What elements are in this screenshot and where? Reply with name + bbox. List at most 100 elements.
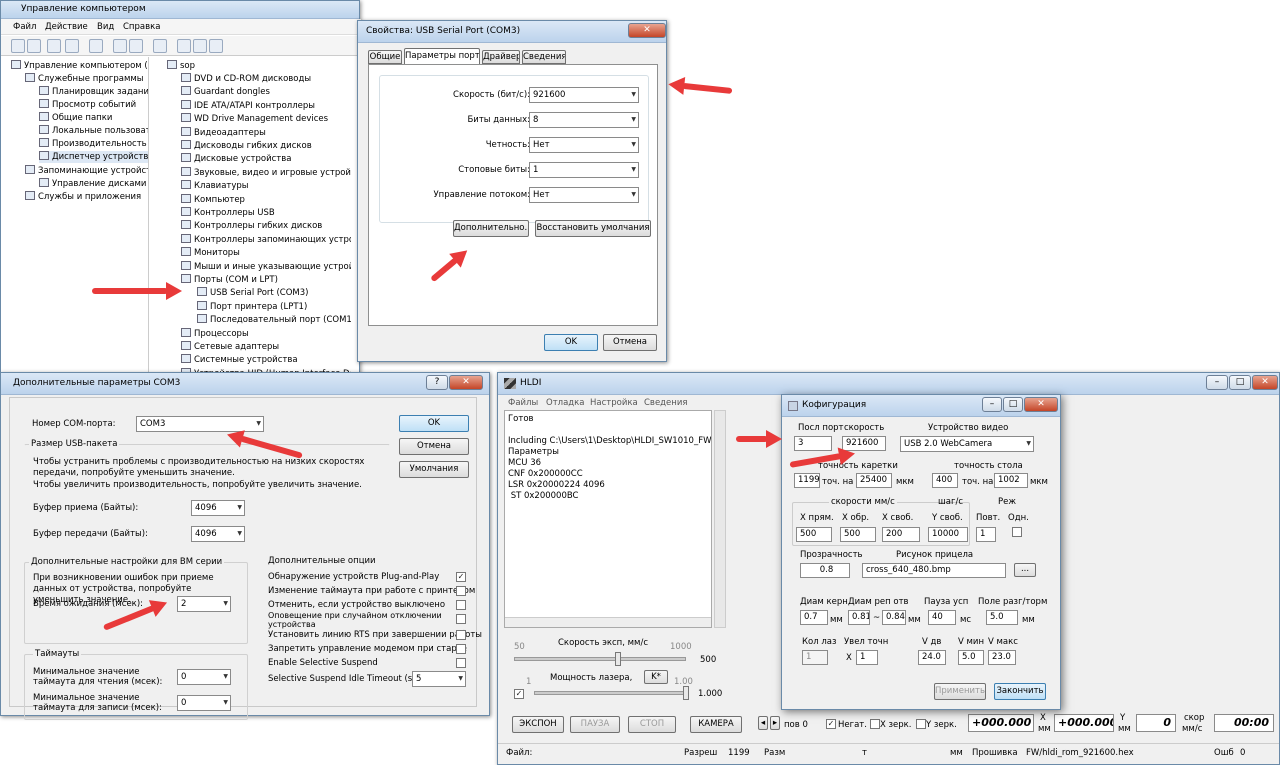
menu-view[interactable]: Вид [97, 22, 114, 32]
crosshair-field[interactable]: cross_640_480.bmp [862, 563, 1006, 578]
minimize-icon[interactable]: – [1206, 375, 1228, 390]
xobr-field[interactable]: 500 [840, 527, 876, 542]
menu-help[interactable]: Справка [123, 22, 160, 32]
menu-file[interactable]: Файл [13, 22, 36, 32]
carriage-value-field[interactable]: 25400 [856, 473, 892, 488]
up-icon[interactable] [47, 39, 61, 53]
k-button[interactable]: K* [644, 670, 668, 684]
adv-cancel-button[interactable]: Отмена [399, 438, 469, 455]
ymirror-checkbox[interactable] [916, 719, 926, 729]
tx-buffer-select[interactable]: 4096 [191, 526, 245, 542]
device-category[interactable]: Мониторы [181, 247, 240, 259]
finish-button[interactable]: Закончить [994, 683, 1046, 700]
device-category[interactable]: WD Drive Management devices [181, 113, 328, 125]
help-icon[interactable]: ? [426, 375, 448, 390]
option-checkbox[interactable] [456, 614, 466, 624]
option-checkbox[interactable] [456, 586, 466, 596]
apply-button[interactable]: Применить [934, 683, 986, 700]
flow-select[interactable]: Нет [529, 187, 639, 203]
menu-files[interactable]: Файлы [508, 398, 538, 408]
tree-item[interactable]: Запоминающие устройст [25, 165, 148, 177]
option-checkbox[interactable] [456, 630, 466, 640]
rx-buffer-select[interactable]: 4096 [191, 500, 245, 516]
tab-general[interactable]: Общие [368, 50, 402, 64]
uninstall-icon[interactable] [193, 39, 207, 53]
props-cancel-button[interactable]: Отмена [603, 334, 657, 351]
restore-defaults-button[interactable]: Восстановить умолчания [535, 220, 651, 237]
props-ok-button[interactable]: OK [544, 334, 598, 351]
show-tree-icon[interactable] [65, 39, 79, 53]
device-category[interactable]: Системные устройства [181, 354, 298, 366]
device-root[interactable]: sop [167, 60, 195, 72]
device-category[interactable]: Дисководы гибких дисков [181, 140, 312, 152]
povt-field[interactable]: 1 [976, 527, 996, 542]
xmirror-checkbox[interactable] [870, 719, 880, 729]
device-category[interactable]: Процессоры [181, 327, 249, 340]
device-category[interactable]: Порты (COM и LPT) [181, 274, 278, 286]
device-category[interactable]: Контроллеры запоминающих устрой [181, 233, 351, 246]
close-icon[interactable]: ✕ [449, 375, 483, 390]
device-port-item[interactable]: USB Serial Port (COM3) [197, 287, 308, 299]
power-checkbox[interactable]: ✓ [514, 689, 524, 699]
vdv-field[interactable]: 24.0 [918, 650, 946, 665]
speed-slider[interactable] [514, 652, 686, 666]
option-checkbox[interactable] [456, 644, 466, 654]
speed-slider-thumb[interactable] [614, 652, 621, 666]
close-icon[interactable]: ✕ [1252, 375, 1278, 390]
tree-item[interactable]: Служебные программы [25, 73, 144, 85]
tree-item[interactable]: Управление дисками [39, 178, 146, 190]
close-icon[interactable]: ✕ [628, 23, 666, 38]
device-category[interactable]: Компьютер [181, 193, 245, 206]
properties-icon[interactable] [129, 39, 143, 53]
adv-ok-button[interactable]: OK [399, 415, 469, 432]
device-category[interactable]: Видеоадаптеры [181, 126, 266, 139]
kol-field[interactable]: 1 [802, 650, 828, 665]
device-category[interactable]: DVD и CD-ROM дисководы [181, 73, 311, 85]
browse-button[interactable]: ... [1014, 563, 1036, 577]
stopbits-select[interactable]: 1 [529, 162, 639, 178]
adv-defaults-button[interactable]: Умолчания [399, 461, 469, 478]
expose-button[interactable]: ЭКСПОН [512, 716, 564, 733]
vmin-field[interactable]: 5.0 [958, 650, 984, 665]
device-category[interactable]: Мыши и иные указывающие устрой [181, 260, 351, 273]
device-port-item[interactable]: Последовательный порт (COM1) [197, 314, 351, 326]
transparency-field[interactable]: 0.8 [800, 563, 850, 578]
table-value-field[interactable]: 1002 [994, 473, 1028, 488]
option-checkbox[interactable]: ✓ [456, 572, 466, 582]
com-port-select[interactable]: COM3 [136, 416, 264, 432]
device-category[interactable]: Клавиатуры [181, 180, 249, 192]
parity-select[interactable]: Нет [529, 137, 639, 153]
diam-core-field[interactable]: 0.7 [800, 610, 828, 625]
tree-item[interactable]: Локальные пользовате [39, 125, 148, 137]
close-icon[interactable]: ✕ [1024, 397, 1058, 412]
tree-item[interactable]: Службы и приложения [25, 191, 141, 203]
tab-details[interactable]: Сведения [522, 50, 566, 64]
device-category[interactable]: Сетевые адаптеры [181, 341, 279, 353]
menu-settings[interactable]: Настройка [590, 398, 638, 408]
device-category[interactable]: IDE ATA/ATAPI контроллеры [181, 99, 315, 112]
scan-hardware-icon[interactable] [153, 39, 167, 53]
xsv-field[interactable]: 200 [882, 527, 920, 542]
log-vscrollbar[interactable] [714, 410, 726, 628]
maximize-icon[interactable]: □ [1003, 397, 1023, 412]
diam-rep-max-field[interactable]: 0.84 [882, 610, 906, 625]
suspend-timeout-select[interactable]: 5 [412, 671, 466, 687]
device-category[interactable]: Guardant dongles [181, 86, 270, 98]
device-port-item[interactable]: Порт принтера (LPT1) [197, 300, 307, 313]
odn-checkbox[interactable] [1012, 527, 1022, 537]
maximize-icon[interactable]: □ [1229, 375, 1251, 390]
update-driver-icon[interactable] [177, 39, 191, 53]
vmax-field[interactable]: 23.0 [988, 650, 1016, 665]
tree-item[interactable]: Общие папки [39, 112, 112, 124]
disable-icon[interactable] [209, 39, 223, 53]
device-category[interactable]: Контроллеры USB [181, 207, 275, 219]
back-icon[interactable] [11, 39, 25, 53]
tree-item-selected[interactable]: Диспетчер устройств [39, 151, 148, 163]
menu-info[interactable]: Сведения [644, 398, 687, 408]
tree-item[interactable]: Управление компьютером (л [11, 60, 148, 72]
negative-checkbox[interactable]: ✓ [826, 719, 836, 729]
xpr-field[interactable]: 500 [796, 527, 832, 542]
tree-item[interactable]: Просмотр событий [39, 99, 136, 111]
help-icon[interactable] [113, 39, 127, 53]
forward-icon[interactable] [27, 39, 41, 53]
